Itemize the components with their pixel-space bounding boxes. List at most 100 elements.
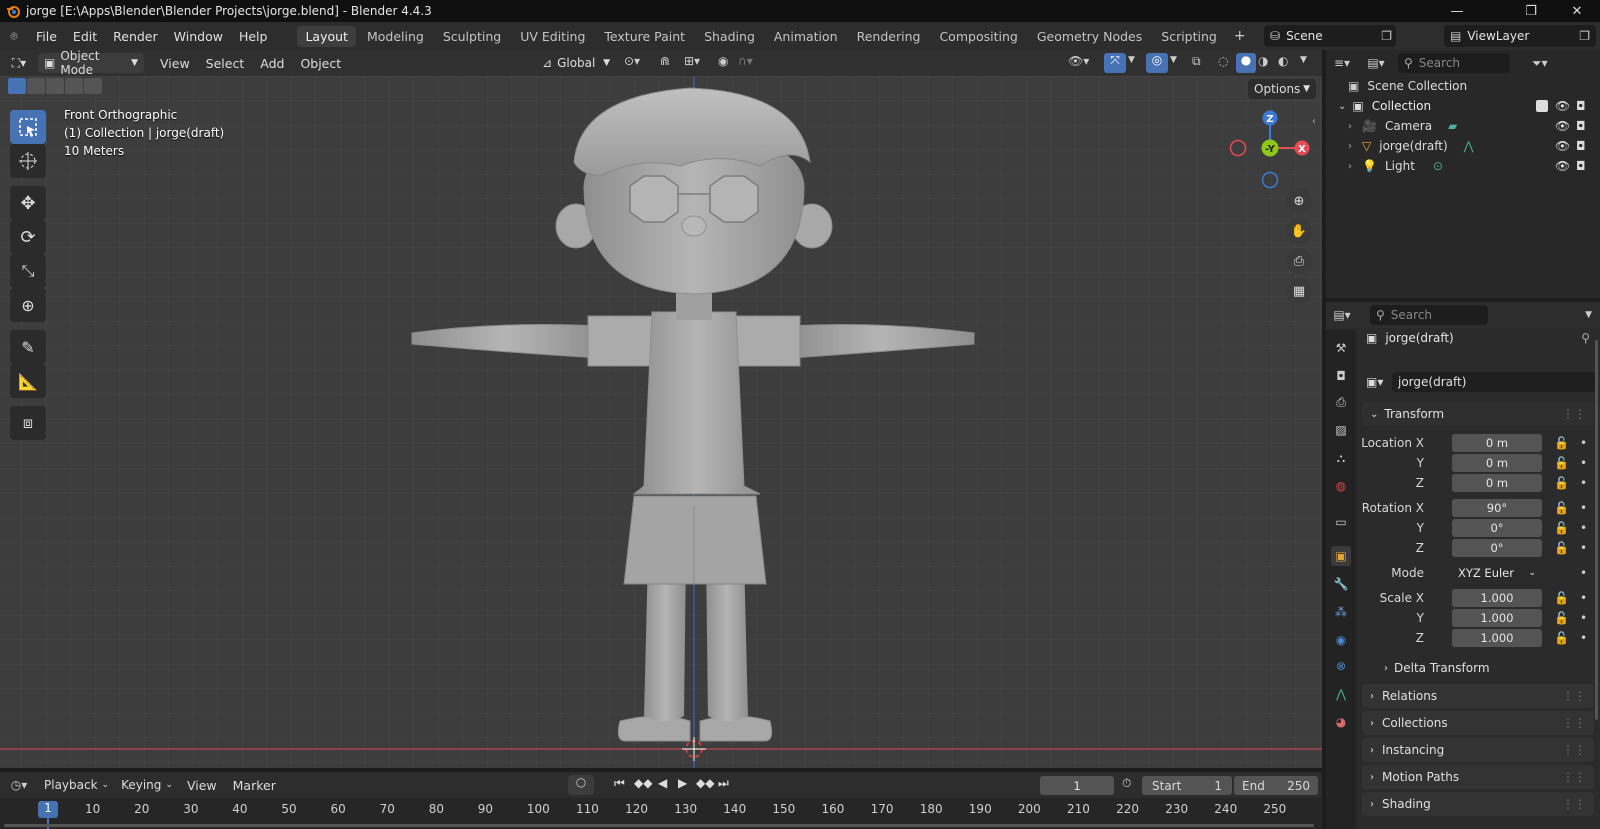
collection-row[interactable]: ⌄ ▣ Collection 👁 ◘ — [1326, 96, 1600, 116]
camera-view-icon[interactable]: ⎙ — [1286, 248, 1312, 274]
new-scene-icon[interactable]: ❐ — [1381, 29, 1392, 43]
rotation-y-field[interactable]: 0° — [1452, 519, 1542, 537]
shading-dropdown-icon[interactable]: ▼ — [1300, 55, 1307, 65]
properties-scrollbar[interactable] — [1595, 340, 1598, 720]
proportional-edit-icon[interactable]: ◉ — [718, 54, 728, 68]
tab-geometry-nodes[interactable]: Geometry Nodes — [1029, 26, 1150, 47]
collections-panel-header[interactable]: › Collections ⋮⋮ — [1362, 711, 1594, 735]
material-shading-icon[interactable]: ◑ — [1258, 54, 1268, 68]
instancing-panel-header[interactable]: › Instancing ⋮⋮ — [1362, 738, 1594, 762]
tab-texture-paint[interactable]: Texture Paint — [596, 26, 693, 47]
menu-file[interactable]: File — [28, 29, 65, 44]
chevron-right-icon[interactable]: › — [1348, 141, 1352, 152]
scene-tab-icon[interactable]: ⛬ — [1331, 448, 1351, 468]
keyframe-dot-icon[interactable]: • — [1580, 541, 1587, 555]
transform-tool[interactable]: ⊕ — [10, 288, 46, 322]
annotate-tool[interactable]: ✎ — [10, 330, 46, 364]
options-dropdown[interactable]: Options ▼ — [1248, 79, 1316, 99]
visibility-icon[interactable]: 👁▾ — [1068, 54, 1089, 68]
tab-scripting[interactable]: Scripting — [1153, 26, 1225, 47]
scale-tool[interactable]: ⤡ — [10, 254, 46, 288]
chevron-right-icon[interactable]: › — [1348, 121, 1352, 132]
menu-view[interactable]: View — [152, 56, 198, 71]
tab-rendering[interactable]: Rendering — [849, 26, 929, 47]
collection-tab-icon[interactable]: ▭ — [1331, 512, 1351, 532]
scale-x-field[interactable]: 1.000 — [1452, 589, 1542, 607]
scale-z-field[interactable]: 1.000 — [1452, 629, 1542, 647]
drag-handle-icon[interactable]: ⋮⋮ — [1562, 689, 1586, 703]
measure-tool[interactable]: 📐 — [10, 364, 46, 398]
world-tab-icon[interactable]: ◍ — [1331, 476, 1351, 496]
xray-toggle-icon[interactable]: ⧉ — [1192, 54, 1201, 69]
lock-icon[interactable]: 🔓 — [1554, 591, 1569, 605]
display-mode-icon[interactable]: ▤▾ — [1358, 56, 1394, 70]
viewlayer-selector[interactable]: ▤ ViewLayer ❐ — [1444, 25, 1596, 47]
checkbox-icon[interactable] — [1536, 100, 1548, 112]
lock-icon[interactable]: 🔓 — [1554, 611, 1569, 625]
start-frame-field[interactable]: Start 1 — [1142, 776, 1232, 795]
tab-animation[interactable]: Animation — [766, 26, 846, 47]
ortho-grid-icon[interactable]: ▦ — [1286, 278, 1312, 304]
keyframe-dot-icon[interactable]: • — [1580, 456, 1587, 470]
select-invert-icon[interactable] — [65, 78, 83, 94]
rotation-x-field[interactable]: 90° — [1452, 499, 1542, 517]
data-tab-icon[interactable]: ⋀ — [1331, 684, 1351, 704]
overlay-toggle-icon[interactable]: ◎ — [1146, 53, 1168, 73]
editor-type-icon[interactable]: ⛶▾ — [0, 56, 38, 71]
rotate-tool[interactable]: ⟳ — [10, 220, 46, 254]
blender-menu-icon[interactable]: ⌾ — [0, 29, 28, 44]
close-button[interactable]: ✕ — [1554, 0, 1600, 22]
3d-cursor-icon[interactable] — [682, 737, 706, 761]
output-tab-icon[interactable]: ⎙ — [1331, 392, 1351, 412]
properties-editor-icon[interactable]: ▤▾ — [1326, 308, 1358, 322]
tool-tab-icon[interactable]: ⚒ — [1331, 338, 1351, 358]
location-y-field[interactable]: 0 m — [1452, 454, 1542, 472]
3d-viewport[interactable]: ✥ ⟳ ⤡ ⊕ ✎ 📐 ⧈ Front Orthographic (1) Col… — [0, 76, 1322, 768]
pivot-icon[interactable]: ⊙▾ — [624, 54, 640, 68]
cursor-tool[interactable] — [10, 144, 46, 178]
snap-target-icon[interactable]: ⊞▾ — [684, 54, 700, 68]
scale-y-field[interactable]: 1.000 — [1452, 609, 1542, 627]
datablock-name-field[interactable]: jorge(draft) — [1392, 372, 1596, 392]
minimize-button[interactable]: — — [1434, 0, 1480, 22]
character-model[interactable] — [0, 76, 1322, 768]
selection-mode-buttons[interactable] — [8, 78, 102, 94]
tab-uv-editing[interactable]: UV Editing — [512, 26, 593, 47]
eye-icon[interactable]: 👁 — [1555, 159, 1570, 173]
location-x-field[interactable]: 0 m — [1452, 434, 1542, 452]
mesh-data-icon[interactable]: ⋀ — [1464, 139, 1474, 153]
timeline-scrollbar[interactable] — [4, 824, 1314, 827]
object-tab-icon[interactable]: ▣ — [1331, 546, 1351, 566]
mode-dropdown[interactable]: ▣ Object Mode ▼ — [38, 49, 144, 77]
particles-tab-icon[interactable]: ⁂ — [1331, 602, 1351, 622]
solid-shading-icon[interactable]: ● — [1236, 53, 1256, 73]
snap-icon[interactable]: ⋒ — [660, 54, 670, 68]
keyframe-dot-icon[interactable]: • — [1580, 591, 1587, 605]
new-viewlayer-icon[interactable]: ❐ — [1579, 29, 1590, 43]
keyframe-dot-icon[interactable]: • — [1580, 501, 1587, 515]
pin-icon[interactable]: ⚲ — [1581, 331, 1590, 345]
eye-icon[interactable]: 👁 — [1555, 139, 1570, 153]
menu-add[interactable]: Add — [252, 56, 292, 71]
orientation-dropdown[interactable]: ⊿ Global ▼ — [536, 53, 616, 73]
rotation-mode-dropdown[interactable]: XYZ Euler ⌄ — [1452, 564, 1542, 582]
current-frame-field[interactable]: 1 — [1040, 776, 1114, 795]
delta-transform-header[interactable]: › Delta Transform — [1376, 657, 1586, 679]
drag-handle-icon[interactable]: ⋮⋮ — [1562, 407, 1586, 421]
move-tool[interactable]: ✥ — [10, 186, 46, 220]
keyframe-dot-icon[interactable]: • — [1580, 436, 1587, 450]
menu-edit[interactable]: Edit — [65, 29, 105, 44]
datablock-type-icon[interactable]: ▣▾ — [1366, 375, 1383, 389]
frame-ruler[interactable]: 1 10 20 30 40 50 60 70 80 90 100 110 120 130 140 150 16… — [0, 798, 1322, 829]
filter-icon[interactable]: ⏷▾ — [1532, 56, 1548, 71]
maximize-button[interactable]: ❐ — [1508, 0, 1554, 22]
overlay-dropdown-icon[interactable]: ▼ — [1170, 55, 1177, 65]
select-new-icon[interactable] — [8, 78, 26, 94]
navigation-gizmo[interactable]: Z X -Y — [1228, 106, 1318, 190]
menu-render[interactable]: Render — [105, 29, 166, 44]
menu-window[interactable]: Window — [166, 29, 231, 44]
material-tab-icon[interactable]: ◕ — [1331, 712, 1351, 732]
stopwatch-icon[interactable]: ⏱ — [1122, 776, 1131, 791]
proportional-falloff-icon[interactable]: ∩▾ — [738, 54, 753, 68]
eye-icon[interactable]: 👁 — [1555, 119, 1570, 133]
